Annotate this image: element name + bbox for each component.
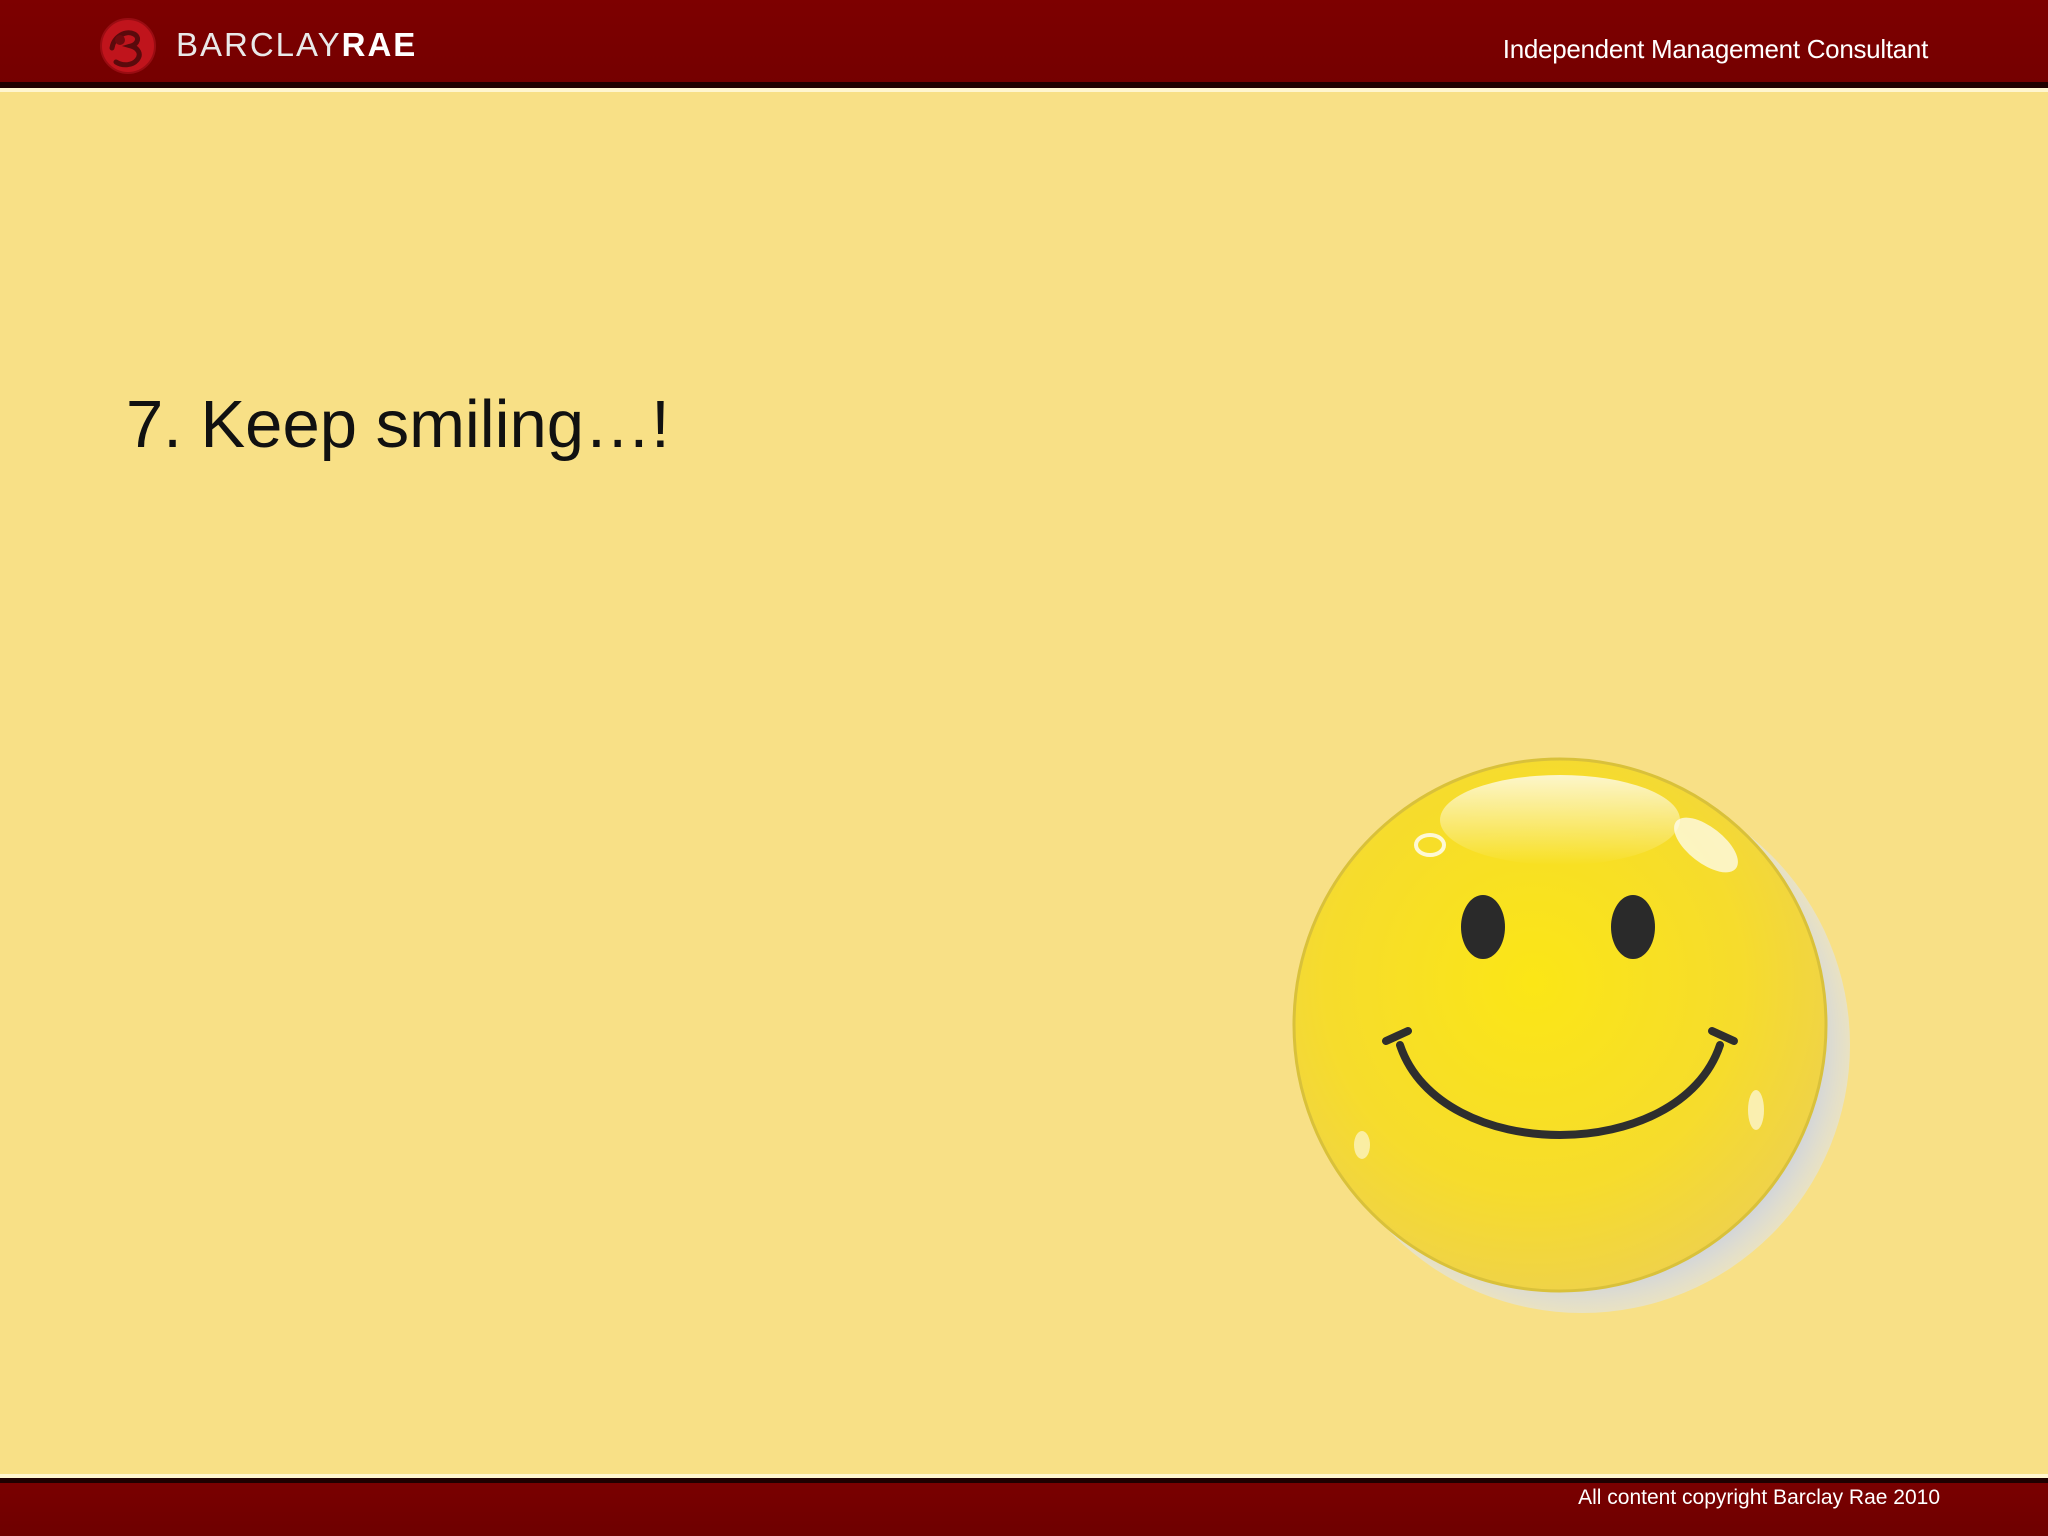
footer-copyright: All content copyright Barclay Rae 2010 xyxy=(1578,1486,1940,1509)
header-highlight xyxy=(0,88,2048,92)
header-tagline: Independent Management Consultant xyxy=(1502,34,1929,64)
brand-logo-text: BARCLAYRAE xyxy=(176,26,417,64)
smiley-face-icon xyxy=(1292,757,1850,1313)
barclay-rae-logo-icon xyxy=(100,18,156,74)
brand-name-light: BARCLAY xyxy=(176,26,342,63)
brand-name-bold: RAE xyxy=(341,26,418,63)
slide-title: 7. Keep smiling…! xyxy=(126,387,670,462)
